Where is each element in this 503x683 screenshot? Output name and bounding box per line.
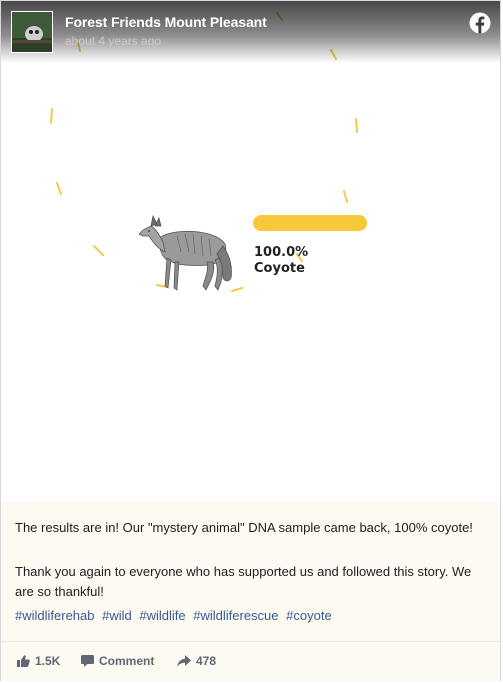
post-actions: 1.5K Comment 478 bbox=[1, 641, 500, 681]
post-image[interactable]: 100.0% Coyote Forest Friends Mount Pleas… bbox=[1, 1, 500, 501]
hashtag-link[interactable]: #wildlife bbox=[139, 608, 185, 623]
share-count: 478 bbox=[196, 654, 217, 668]
comment-button[interactable]: Comment bbox=[81, 654, 154, 668]
like-button[interactable]: 1.5K bbox=[17, 654, 60, 668]
comment-icon bbox=[81, 655, 94, 667]
share-arrow-icon bbox=[177, 655, 191, 667]
post-timestamp[interactable]: about 4 years ago bbox=[65, 34, 161, 48]
like-count: 1.5K bbox=[35, 654, 61, 668]
hashtag-link[interactable]: #wildliferescue bbox=[193, 608, 278, 623]
coyote-illustration bbox=[138, 214, 232, 291]
comment-label: Comment bbox=[99, 654, 155, 668]
result-percent: 100.0% bbox=[254, 245, 309, 260]
hashtag-link[interactable]: #wild bbox=[102, 608, 132, 623]
hashtag-link[interactable]: #coyote bbox=[286, 608, 332, 623]
facebook-icon[interactable] bbox=[469, 12, 491, 34]
lemur-avatar-icon bbox=[12, 12, 52, 52]
post-card: 100.0% Coyote Forest Friends Mount Pleas… bbox=[0, 0, 501, 681]
caption-paragraph-1: The results are in! Our "mystery animal"… bbox=[15, 520, 473, 535]
page-avatar[interactable] bbox=[11, 11, 53, 53]
hashtag-list: #wildliferehab #wild #wildlife #wildlife… bbox=[15, 606, 490, 626]
caption-paragraph-2: Thank you again to everyone who has supp… bbox=[15, 564, 472, 599]
page-name[interactable]: Forest Friends Mount Pleasant bbox=[65, 14, 267, 30]
share-button[interactable]: 478 bbox=[177, 654, 216, 668]
decorative-dashes bbox=[50, 12, 358, 292]
post-caption: The results are in! Our "mystery animal"… bbox=[1, 501, 500, 641]
thumbs-up-icon bbox=[17, 655, 30, 667]
result-animal: Coyote bbox=[254, 261, 305, 276]
result-progress-bar bbox=[253, 215, 367, 231]
hashtag-link[interactable]: #wildliferehab bbox=[15, 608, 95, 623]
post-header: Forest Friends Mount Pleasant about 4 ye… bbox=[1, 1, 500, 63]
